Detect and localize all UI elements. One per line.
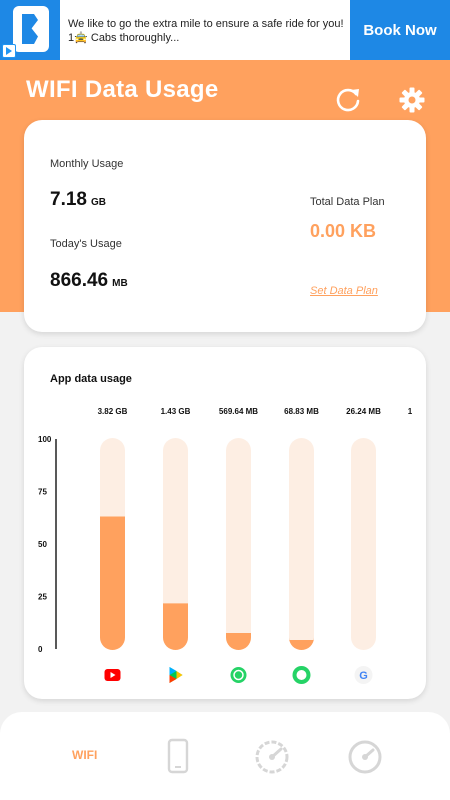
- page-title: WIFI Data Usage: [26, 76, 219, 103]
- value-label: 26.24 MB: [346, 407, 381, 416]
- bar-fill: [100, 516, 125, 650]
- bar-track: [351, 438, 376, 650]
- y-tick-label: 25: [38, 593, 47, 602]
- total-data-plan-label: Total Data Plan: [310, 196, 385, 208]
- bottom-nav: WIFI: [0, 712, 450, 800]
- value-label: 1.43 GB: [161, 407, 191, 416]
- value-label: 3.82 GB: [98, 407, 128, 416]
- y-tick-label: 0: [38, 645, 43, 654]
- y-tick-label: 100: [38, 435, 52, 444]
- book-now-button[interactable]: Book Now: [350, 0, 450, 60]
- bar-track: [289, 438, 314, 650]
- play-store-icon-right: [176, 671, 183, 679]
- todays-usage-unit: MB: [112, 278, 128, 289]
- google-icon-glyph: G: [359, 670, 368, 682]
- ad-banner[interactable]: We like to go the extra mile to ensure a…: [0, 0, 450, 60]
- app-usage-chart: 100 75 50 25 0 3.82 GB 1.43 GB 569.64 MB 68.83 M…: [38, 407, 413, 684]
- usage-card: Monthly Usage 7.18 GB Today's Usage 866.4…: [24, 120, 426, 332]
- monthly-usage-label: Monthly Usage: [50, 158, 124, 170]
- brand-logo-icon: [13, 6, 49, 52]
- y-tick-label: 75: [38, 488, 47, 497]
- app-usage-card: App data usage 100 75 50 25 0 3.82 GB 1.43 GB 5…: [24, 347, 426, 699]
- whatsapp-icon: [230, 667, 247, 683]
- set-data-plan-link[interactable]: Set Data Plan: [310, 285, 378, 297]
- ad-logo[interactable]: [0, 0, 60, 60]
- refresh-icon[interactable]: [334, 86, 362, 114]
- monthly-usage-number: 7.18: [50, 189, 87, 210]
- y-tick-label: 50: [38, 540, 47, 549]
- bar-fill: [226, 633, 251, 650]
- whatsapp-business-icon-glyph: [296, 670, 307, 680]
- value-label: 1: [408, 407, 413, 416]
- bar-track: [226, 438, 251, 650]
- bar-fill: [163, 603, 188, 650]
- gear-icon[interactable]: [398, 86, 426, 114]
- monthly-usage-unit: GB: [90, 197, 106, 208]
- mobile-phone-icon[interactable]: [167, 738, 189, 774]
- todays-usage-number: 866.46: [50, 270, 109, 291]
- ad-text[interactable]: We like to go the extra mile to ensure a…: [68, 17, 348, 45]
- todays-usage-label: Today's Usage: [50, 238, 122, 250]
- adchoices-icon[interactable]: [2, 44, 16, 58]
- nav-tab-wifi[interactable]: WIFI: [72, 748, 97, 762]
- speed-test-icon[interactable]: [254, 739, 290, 775]
- value-label: 569.64 MB: [219, 407, 258, 416]
- monthly-usage-value: 7.18 GB: [50, 189, 106, 211]
- value-label: 68.83 MB: [284, 407, 319, 416]
- todays-usage-value: 866.46 MB: [50, 270, 128, 292]
- speedometer-icon[interactable]: [347, 739, 383, 775]
- total-data-plan-value: 0.00 KB: [310, 221, 377, 241]
